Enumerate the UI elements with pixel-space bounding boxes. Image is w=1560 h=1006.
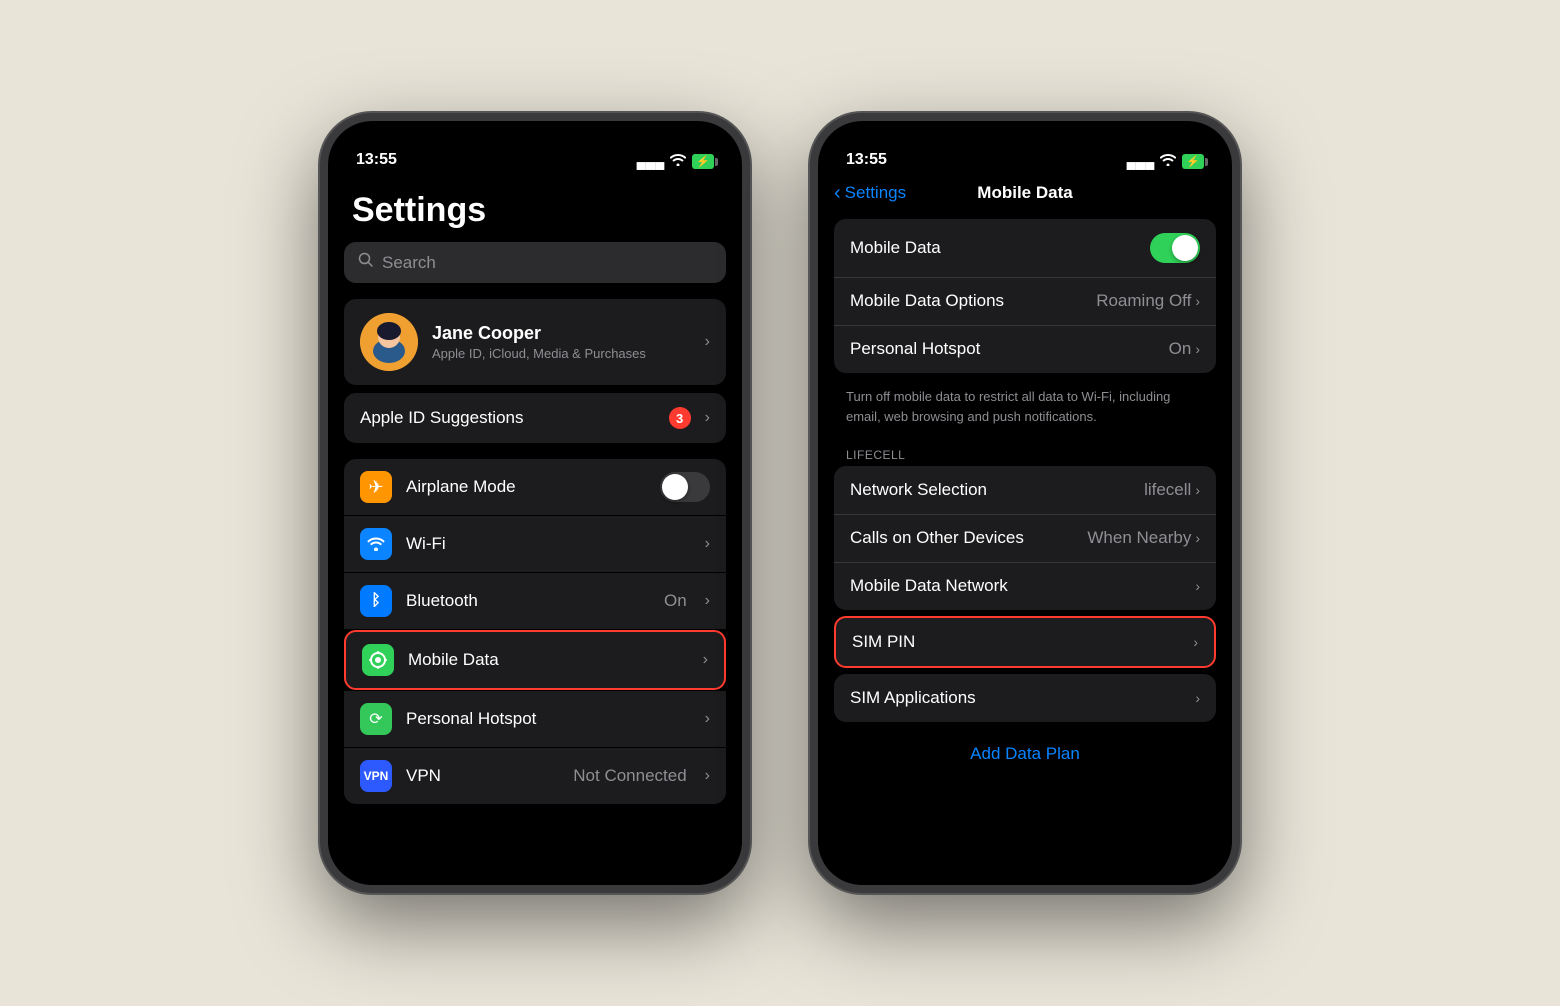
wifi-chevron: › [705, 535, 710, 553]
mobile-data-hint: Turn off mobile data to restrict all dat… [818, 379, 1232, 440]
battery-icon: ⚡ [692, 154, 714, 169]
status-icons-right: ▄▄▄ ⚡ [1127, 154, 1204, 169]
mobile-data-icon [362, 644, 394, 676]
time-right: 13:55 [846, 151, 887, 169]
left-phone: 13:55 ▄▄▄ ⚡ Settings Search [320, 113, 750, 893]
vpn-row[interactable]: VPN VPN Not Connected › [344, 748, 726, 804]
nav-back-button[interactable]: ‹ Settings [834, 182, 906, 205]
calls-other-devices-row[interactable]: Calls on Other Devices When Nearby › [834, 514, 1216, 562]
right-phone: 13:55 ▄▄▄ ⚡ ‹ Settings Mobile Data [810, 113, 1240, 893]
sim-pin-label: SIM PIN [852, 632, 1193, 652]
suggestions-chevron: › [705, 409, 710, 427]
suggestions-right: 3 › [669, 407, 710, 429]
suggestions-badge: 3 [669, 407, 691, 429]
airplane-mode-row[interactable]: ✈ Airplane Mode [344, 459, 726, 515]
settings-screen: Settings Search [328, 175, 742, 885]
network-selection-row[interactable]: Network Selection lifecell › [834, 466, 1216, 514]
mobile-data-toggle-row[interactable]: Mobile Data [834, 219, 1216, 277]
signal-icon-right: ▄▄▄ [1127, 154, 1155, 169]
bluetooth-icon: ᛒ [360, 585, 392, 617]
wifi-icon-right [1160, 154, 1176, 169]
profile-name: Jane Cooper [432, 323, 691, 344]
bluetooth-label: Bluetooth [406, 591, 650, 611]
hotspot-row[interactable]: ⟳ Personal Hotspot › [344, 691, 726, 747]
dynamic-island [475, 133, 595, 167]
profile-info: Jane Cooper Apple ID, iCloud, Media & Pu… [432, 323, 691, 361]
profile-chevron: › [705, 333, 710, 351]
network-selection-chevron: › [1195, 482, 1200, 498]
search-bar[interactable]: Search [344, 242, 726, 283]
mobile-data-row-container[interactable]: Mobile Data › [344, 630, 726, 690]
mobile-data-network-chevron: › [1195, 578, 1200, 594]
settings-title: Settings [344, 175, 726, 242]
add-data-plan[interactable]: Add Data Plan [818, 728, 1232, 780]
nav-bar: ‹ Settings Mobile Data [818, 175, 1232, 211]
lifecell-group: Network Selection lifecell › Calls on Ot… [834, 466, 1216, 610]
nav-back-label: Settings [845, 183, 906, 203]
network-selection-value: lifecell [1144, 480, 1191, 500]
hotspot-icon: ⟳ [360, 703, 392, 735]
sim-pin-row[interactable]: SIM PIN › [836, 618, 1214, 666]
mobile-data-screen: ‹ Settings Mobile Data Mobile Data Mobil… [818, 175, 1232, 885]
profile-avatar [360, 313, 418, 371]
nav-title: Mobile Data [977, 183, 1072, 203]
wifi-icon [670, 154, 686, 169]
mobile-data-options-row[interactable]: Mobile Data Options Roaming Off › [834, 277, 1216, 325]
personal-hotspot-row[interactable]: Personal Hotspot On › [834, 325, 1216, 373]
battery-icon-right: ⚡ [1182, 154, 1204, 169]
profile-subtitle: Apple ID, iCloud, Media & Purchases [432, 346, 691, 361]
search-icon [358, 252, 374, 273]
sim-applications-label: SIM Applications [850, 688, 1195, 708]
mobile-data-network-label: Mobile Data Network [850, 576, 1195, 596]
calls-other-devices-chevron: › [1195, 530, 1200, 546]
vpn-icon: VPN [360, 760, 392, 792]
time-left: 13:55 [356, 151, 397, 169]
vpn-chevron: › [705, 767, 710, 785]
bluetooth-chevron: › [705, 592, 710, 610]
mobile-data-label: Mobile Data [408, 650, 689, 670]
bluetooth-value: On [664, 591, 687, 611]
mobile-data-options-label: Mobile Data Options [850, 291, 1096, 311]
wifi-settings-icon [360, 528, 392, 560]
sim-applications-group: SIM Applications › [834, 674, 1216, 722]
airplane-toggle[interactable] [660, 472, 710, 502]
personal-hotspot-label: Personal Hotspot [850, 339, 1169, 359]
mobile-data-chevron: › [703, 651, 708, 669]
signal-icon: ▄▄▄ [637, 154, 665, 169]
back-chevron: ‹ [834, 182, 841, 205]
sim-applications-row[interactable]: SIM Applications › [834, 674, 1216, 722]
dynamic-island-right [965, 133, 1085, 167]
suggestions-row[interactable]: Apple ID Suggestions 3 › [344, 393, 726, 443]
status-icons-left: ▄▄▄ ⚡ [637, 154, 714, 169]
main-settings-group: Mobile Data Mobile Data Options Roaming … [834, 219, 1216, 373]
network-selection-label: Network Selection [850, 480, 1144, 500]
mobile-data-options-value: Roaming Off [1096, 291, 1191, 311]
personal-hotspot-chevron: › [1195, 341, 1200, 357]
bluetooth-row[interactable]: ᛒ Bluetooth On › [344, 573, 726, 629]
settings-group: ✈ Airplane Mode Wi- [344, 459, 726, 804]
vpn-value: Not Connected [573, 766, 686, 786]
mobile-data-toggle-label: Mobile Data [850, 238, 1150, 258]
suggestions-label: Apple ID Suggestions [360, 408, 524, 428]
sim-pin-row-container[interactable]: SIM PIN › [834, 616, 1216, 668]
sim-pin-chevron: › [1193, 634, 1198, 650]
mobile-data-row[interactable]: Mobile Data › [346, 632, 724, 688]
wifi-row[interactable]: Wi-Fi › [344, 516, 726, 572]
profile-card[interactable]: Jane Cooper Apple ID, iCloud, Media & Pu… [344, 299, 726, 385]
mobile-data-network-row[interactable]: Mobile Data Network › [834, 562, 1216, 610]
calls-other-devices-value: When Nearby [1087, 528, 1191, 548]
calls-other-devices-label: Calls on Other Devices [850, 528, 1087, 548]
sim-applications-chevron: › [1195, 690, 1200, 706]
personal-hotspot-value: On [1169, 339, 1192, 359]
hotspot-label: Personal Hotspot [406, 709, 691, 729]
hotspot-chevron: › [705, 710, 710, 728]
airplane-label: Airplane Mode [406, 477, 646, 497]
lifecell-section-label: LIFECELL [818, 440, 1232, 466]
search-placeholder: Search [382, 253, 436, 273]
vpn-label: VPN [406, 766, 559, 786]
wifi-label: Wi-Fi [406, 534, 691, 554]
airplane-icon: ✈ [360, 471, 392, 503]
mobile-data-options-chevron: › [1195, 293, 1200, 309]
mobile-data-toggle[interactable] [1150, 233, 1200, 263]
